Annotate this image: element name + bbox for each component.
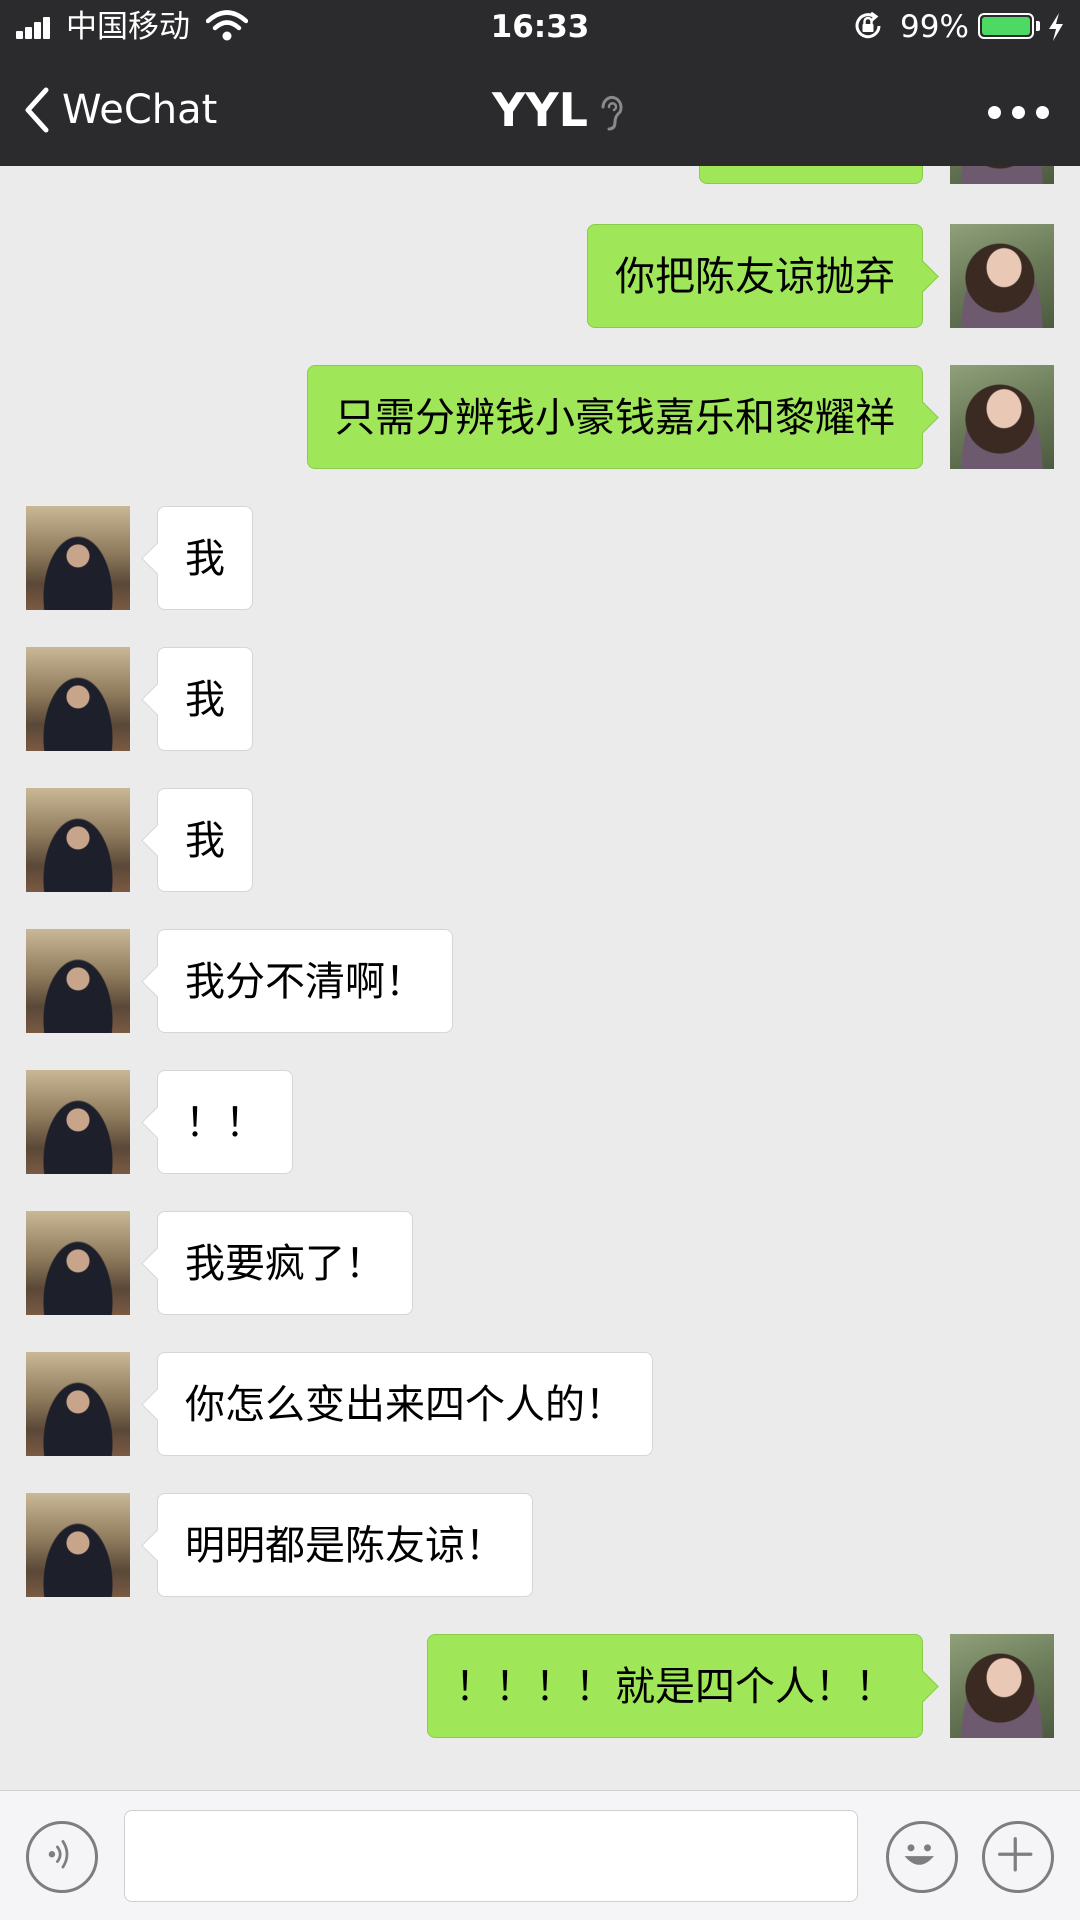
message-row: 你把陈友谅抛弃 — [0, 224, 1080, 328]
more-button[interactable] — [984, 94, 1054, 126]
contact-avatar[interactable] — [26, 647, 130, 751]
message-row: 我 — [0, 647, 1080, 751]
message-bubble[interactable]: 明明都是陈友谅！ — [157, 1493, 533, 1597]
message-bubble[interactable]: 我 — [157, 506, 253, 610]
message-bubble[interactable]: 你怎么变出来四个人的！ — [157, 1352, 653, 1456]
battery-icon — [978, 13, 1034, 39]
battery-percent: 99% — [900, 9, 969, 45]
self-avatar[interactable] — [950, 365, 1054, 469]
message-row: 你怎么变出来四个人的！ — [0, 1352, 1080, 1456]
battery-tip — [1036, 21, 1040, 31]
message-bubble[interactable]: ！！！！就是四个人！！ — [427, 1634, 923, 1738]
chat-title: YYL — [492, 83, 588, 137]
self-avatar[interactable] — [950, 1634, 1054, 1738]
plus-icon — [998, 1837, 1033, 1872]
message-bubble[interactable]: 我 — [157, 788, 253, 892]
message-bubble[interactable]: 你把陈友谅抛弃 — [587, 224, 923, 328]
contact-avatar[interactable] — [26, 929, 130, 1033]
ear-icon — [601, 95, 623, 131]
message-row: 我分不清啊！ — [0, 929, 1080, 1033]
message-bubble[interactable]: 我要疯了！ — [157, 1211, 413, 1315]
status-bar: 中国移动 16:33 99% — [0, 0, 1080, 54]
message-row — [0, 166, 1080, 184]
plus-button[interactable] — [982, 1821, 1054, 1893]
message-bubble[interactable]: 只需分辨钱小豪钱嘉乐和黎耀祥 — [307, 365, 923, 469]
contact-avatar[interactable] — [26, 506, 130, 610]
contact-avatar[interactable] — [26, 1493, 130, 1597]
self-avatar[interactable] — [950, 166, 1054, 184]
message-row: ！！ — [0, 1070, 1080, 1174]
message-row: 明明都是陈友谅！ — [0, 1493, 1080, 1597]
input-bar — [0, 1790, 1080, 1920]
message-bubble[interactable] — [699, 166, 923, 184]
message-bubble[interactable]: 我分不清啊！ — [157, 929, 453, 1033]
voice-button[interactable] — [26, 1821, 98, 1893]
message-row: 我要疯了！ — [0, 1211, 1080, 1315]
contact-avatar[interactable] — [26, 1070, 130, 1174]
emoji-button[interactable] — [886, 1821, 958, 1893]
message-bubble[interactable]: 我 — [157, 647, 253, 751]
message-row: 只需分辨钱小豪钱嘉乐和黎耀祥 — [0, 365, 1080, 469]
contact-avatar[interactable] — [26, 1352, 130, 1456]
message-row: 我 — [0, 788, 1080, 892]
chat-area[interactable]: 你把陈友谅抛弃 只需分辨钱小豪钱嘉乐和黎耀祥 我 我 我 我分不清啊！ ！！ 我… — [0, 166, 1080, 1790]
message-bubble[interactable]: ！！ — [157, 1070, 293, 1174]
charging-icon — [1049, 13, 1063, 41]
battery-level-fill — [982, 17, 1030, 35]
contact-avatar[interactable] — [26, 1211, 130, 1315]
navigation-bar: WeChat YYL — [0, 54, 1080, 166]
message-row: 我 — [0, 506, 1080, 610]
contact-avatar[interactable] — [26, 788, 130, 892]
orientation-lock-icon — [855, 11, 881, 39]
voice-icon — [48, 1840, 69, 1869]
message-input[interactable] — [124, 1810, 858, 1902]
emoji-icon — [904, 1844, 934, 1865]
self-avatar[interactable] — [950, 224, 1054, 328]
message-row: ！！！！就是四个人！！ — [0, 1634, 1080, 1738]
